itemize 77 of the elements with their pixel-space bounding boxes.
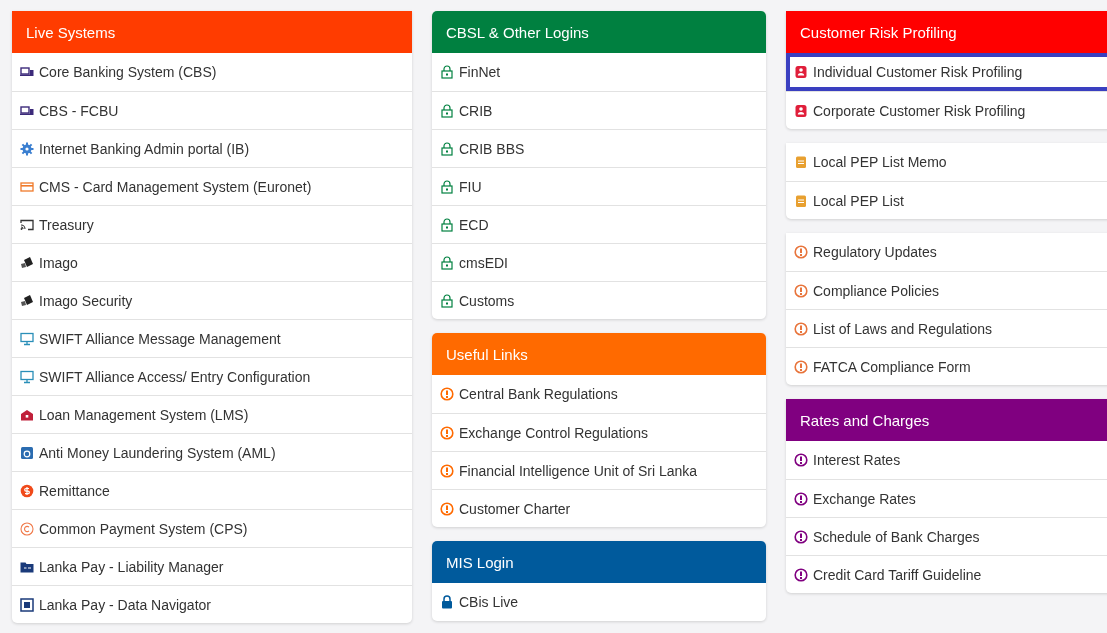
user-icon [794,103,808,118]
link-item[interactable]: Exchange Rates [786,479,1107,517]
link-item[interactable]: CRIB BBS [432,129,766,167]
link-item[interactable]: CBS - FCBU [12,91,412,129]
dollar-icon [20,483,34,498]
link-item[interactable]: List of Laws and Regulations [786,309,1107,347]
link-item[interactable]: Treasury [12,205,412,243]
square-icon [20,445,34,460]
link-item[interactable]: FATCA Compliance Form [786,347,1107,385]
link-item[interactable]: Lanka Pay - Data Navigator [12,585,412,623]
info-icon [440,425,454,440]
section-title: MIS Login [446,553,514,571]
link-item[interactable]: Core Banking System (CBS) [12,53,412,91]
info-icon [794,529,808,544]
link-item[interactable]: CMS - Card Management System (Euronet) [12,167,412,205]
link-item[interactable]: CBis Live [432,583,766,621]
lock-icon [440,141,454,156]
link-item[interactable]: Financial Intelligence Unit of Sri Lanka [432,451,766,489]
link-item[interactable]: Credit Card Tariff Guideline [786,555,1107,593]
monitor-icon [20,369,34,384]
shop-icon [20,407,34,422]
user-icon [794,65,808,79]
section-title: Live Systems [26,23,116,41]
link-item[interactable]: Central Bank Regulations [432,375,766,413]
link-item[interactable]: Customs [432,281,766,319]
monitor-icon [20,331,34,346]
lock-icon [440,255,454,270]
info-icon [440,387,454,401]
link-item[interactable]: Regulatory Updates [786,233,1107,271]
lock-icon [440,179,454,194]
link-item[interactable]: Interest Rates [786,441,1107,479]
lock-icon [440,65,454,79]
lock-icon [440,217,454,232]
info-icon [794,491,808,506]
section-title: Customer Risk Profiling [800,23,957,41]
laptop-icon [20,103,34,118]
link-item[interactable]: Imago [12,243,412,281]
cast-icon [20,217,34,232]
lock-icon [440,103,454,118]
link-item[interactable]: CRIB [432,91,766,129]
lock-icon [440,293,454,308]
link-item[interactable]: Schedule of Bank Charges [786,517,1107,555]
info-icon [440,463,454,478]
link-item[interactable]: Corporate Customer Risk Profiling [786,91,1107,129]
info-icon [794,567,808,582]
link-item[interactable]: cmsEDI [432,243,766,281]
section-title: Rates and Charges [800,411,930,429]
laptop-icon [20,65,34,79]
link-item[interactable]: Individual Customer Risk Profiling [786,53,1107,91]
link-item[interactable]: SWIFT Alliance Message Management [12,319,412,357]
link-item[interactable]: Anti Money Laundering System (AML) [12,433,412,471]
link-item[interactable]: Loan Management System (LMS) [12,395,412,433]
link-item[interactable]: Common Payment System (CPS) [12,509,412,547]
section-title: CBSL & Other Logins [446,23,589,41]
link-item[interactable]: FIU [432,167,766,205]
link-item[interactable]: Local PEP List [786,181,1107,219]
link-item[interactable]: Customer Charter [432,489,766,527]
tiles-icon [20,255,34,270]
lock-icon [440,595,454,609]
info-icon [794,453,808,467]
link-item[interactable]: Lanka Pay - Liability Manager [12,547,412,585]
link-item[interactable]: Remittance [12,471,412,509]
link-item[interactable]: Internet Banking Admin portal (IB) [12,129,412,167]
link-item[interactable]: Compliance Policies [786,271,1107,309]
gear-icon [20,141,34,156]
section-title: Useful Links [446,345,528,363]
link-item[interactable]: Local PEP List Memo [786,143,1107,181]
card-icon [20,179,34,194]
frame-icon [20,597,34,612]
tiles-icon [20,293,34,308]
link-item[interactable]: FinNet [432,53,766,91]
link-item[interactable]: Imago Security [12,281,412,319]
link-item[interactable]: Exchange Control Regulations [432,413,766,451]
ring-icon [20,521,34,536]
info-icon [440,501,454,516]
link-item[interactable]: SWIFT Alliance Access/ Entry Configuration [12,357,412,395]
link-item[interactable]: ECD [432,205,766,243]
